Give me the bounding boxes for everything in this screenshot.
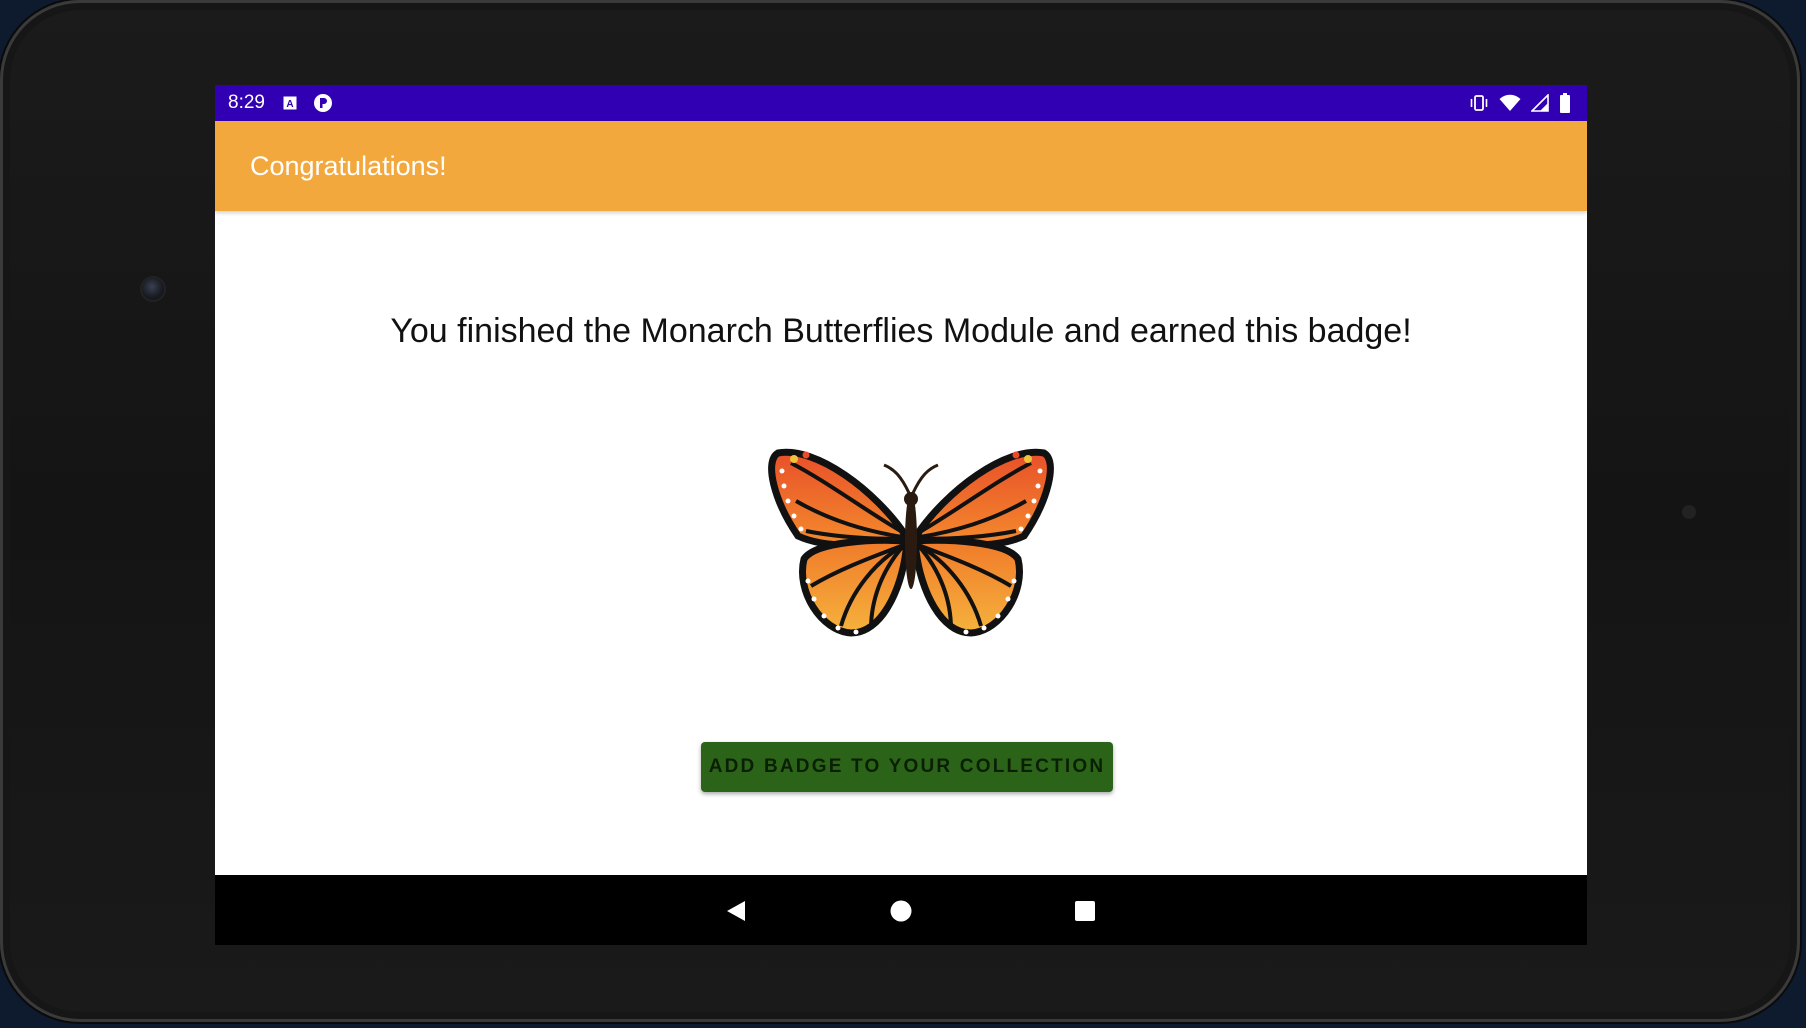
signal-icon bbox=[1530, 93, 1549, 117]
navigation-bar bbox=[215, 875, 1587, 945]
notification-p-icon bbox=[313, 93, 333, 118]
status-notification-icons: A bbox=[283, 93, 333, 118]
text-a-icon: A bbox=[283, 96, 297, 115]
front-camera bbox=[142, 278, 164, 300]
back-icon[interactable] bbox=[718, 893, 754, 929]
status-time: 8:29 bbox=[228, 92, 265, 113]
screen: 8:29 A Congratulations! You finished the… bbox=[215, 85, 1587, 945]
add-badge-button[interactable]: ADD BADGE TO YOUR COLLECTION bbox=[701, 742, 1113, 792]
vibrate-icon bbox=[1469, 94, 1489, 117]
recents-icon[interactable] bbox=[1067, 893, 1103, 929]
page-title: Congratulations! bbox=[250, 151, 447, 181]
battery-icon bbox=[1559, 93, 1571, 118]
status-bar: 8:29 A bbox=[215, 85, 1587, 121]
wifi-icon bbox=[1499, 94, 1521, 117]
main-content: You finished the Monarch Butterflies Mod… bbox=[215, 211, 1587, 871]
monarch-butterfly-icon bbox=[766, 441, 1056, 641]
app-bar: Congratulations! bbox=[215, 121, 1587, 211]
tablet-frame: 8:29 A Congratulations! You finished the… bbox=[0, 0, 1800, 1022]
status-system-icons bbox=[1469, 93, 1571, 118]
svg-text:A: A bbox=[286, 99, 293, 110]
completion-message: You finished the Monarch Butterflies Mod… bbox=[390, 312, 1412, 350]
light-sensor bbox=[1682, 505, 1696, 519]
home-icon[interactable] bbox=[883, 893, 919, 929]
